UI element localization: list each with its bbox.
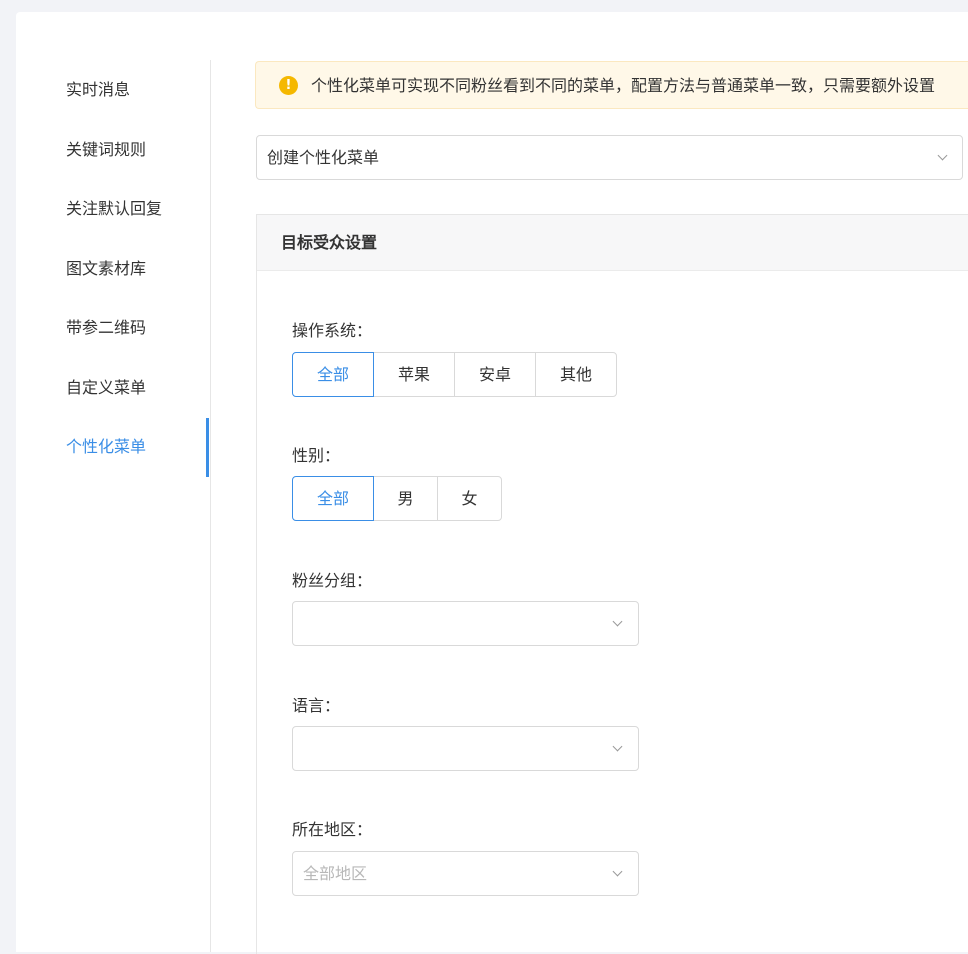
menu-select-value: 创建个性化菜单	[267, 148, 380, 167]
menu-select[interactable]: 创建个性化菜单	[256, 135, 963, 180]
content-card: 实时消息 关键词规则 关注默认回复 图文素材库 带参二维码 自定义菜单 个性化菜…	[16, 12, 968, 954]
region-placeholder: 全部地区	[303, 864, 368, 883]
alert-text: 个性化菜单可实现不同粉丝看到不同的菜单，配置方法与普通菜单一致，只需要额外设置	[311, 76, 936, 95]
gender-button-group: 全部 男 女	[292, 476, 502, 521]
sidebar: 实时消息 关键词规则 关注默认回复 图文素材库 带参二维码 自定义菜单 个性化菜…	[16, 60, 211, 952]
gender-label: 性别：	[292, 446, 341, 465]
gender-option-all[interactable]: 全部	[292, 476, 374, 521]
region-select[interactable]: 全部地区	[292, 851, 639, 896]
sidebar-active-indicator	[206, 418, 209, 477]
language-select[interactable]	[292, 726, 639, 771]
chevron-down-icon	[937, 150, 948, 161]
os-option-android[interactable]: 安卓	[454, 352, 536, 397]
sidebar-item-follow-auto-reply[interactable]: 关注默认回复	[66, 179, 162, 238]
os-label: 操作系统：	[292, 321, 373, 340]
os-option-apple[interactable]: 苹果	[373, 352, 455, 397]
chevron-down-icon	[612, 741, 623, 752]
sidebar-item-custom-menu[interactable]: 自定义菜单	[66, 358, 146, 417]
os-option-other[interactable]: 其他	[535, 352, 617, 397]
panel-header: 目标受众设置	[257, 215, 968, 271]
sidebar-item-param-qrcode[interactable]: 带参二维码	[66, 298, 146, 357]
gender-option-female[interactable]: 女	[437, 476, 502, 521]
language-label: 语言：	[292, 696, 341, 715]
sidebar-item-realtime-messages[interactable]: 实时消息	[66, 60, 130, 119]
sidebar-item-media-library[interactable]: 图文素材库	[66, 239, 146, 298]
info-alert: ! 个性化菜单可实现不同粉丝看到不同的菜单，配置方法与普通菜单一致，只需要额外设…	[255, 61, 968, 109]
chevron-down-icon	[612, 866, 623, 877]
fans-group-select[interactable]	[292, 601, 639, 646]
sidebar-item-keyword-rules[interactable]: 关键词规则	[66, 120, 146, 179]
warning-icon: !	[279, 76, 298, 95]
panel-title: 目标受众设置	[281, 233, 378, 252]
chevron-down-icon	[612, 616, 623, 627]
os-option-all[interactable]: 全部	[292, 352, 374, 397]
fans-group-label: 粉丝分组：	[292, 571, 373, 590]
audience-settings-panel: 目标受众设置 操作系统： 全部 苹果 安卓 其他 性别： 全部 男 女 粉丝分组…	[256, 214, 968, 954]
gender-option-male[interactable]: 男	[373, 476, 438, 521]
region-label: 所在地区：	[292, 820, 373, 839]
sidebar-item-personalized-menu[interactable]: 个性化菜单	[66, 417, 146, 476]
os-button-group: 全部 苹果 安卓 其他	[292, 352, 617, 397]
